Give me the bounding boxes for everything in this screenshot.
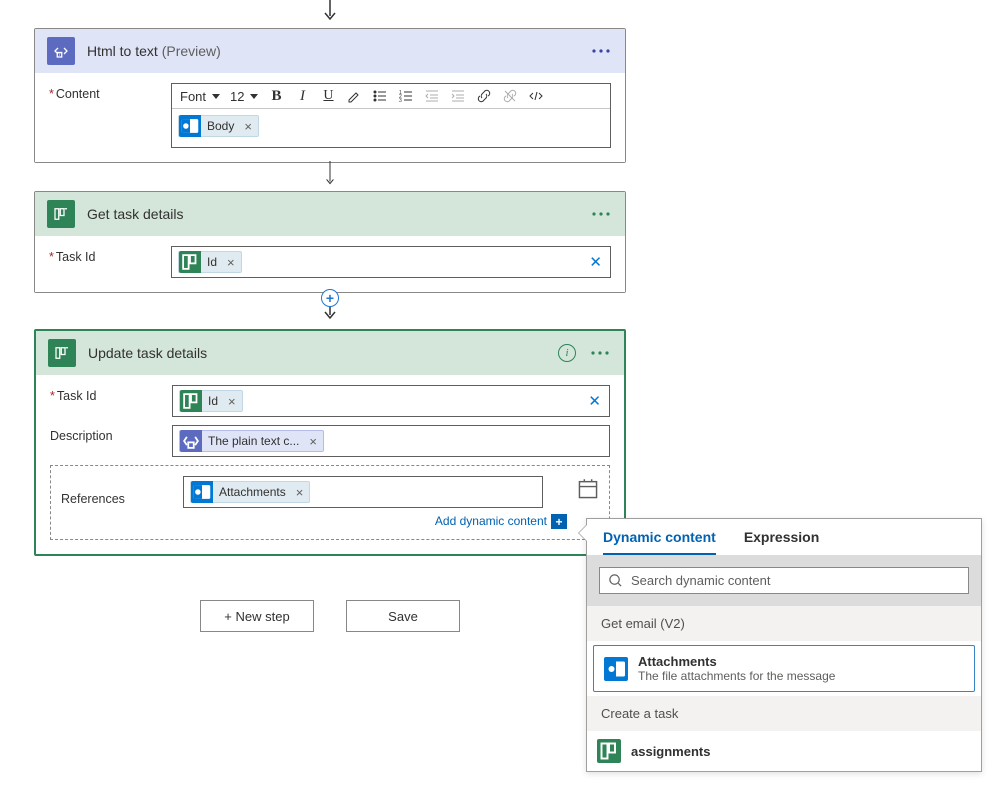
font-select[interactable]: Font — [180, 89, 220, 104]
card-get-task-details: Get task details *Task Id Id × ✕ — [34, 191, 626, 293]
card-title: Update task details — [88, 345, 546, 361]
indent-icon[interactable] — [450, 88, 466, 104]
taskid-label: *Task Id — [50, 385, 172, 403]
token-plain-text[interactable]: The plain text c... × — [179, 430, 324, 452]
svg-text:T: T — [58, 53, 61, 57]
save-button[interactable]: Save — [346, 600, 460, 632]
dynamic-item-attachments[interactable]: Attachments The file attachments for the… — [593, 645, 975, 692]
content-label: *Content — [49, 83, 171, 101]
card-update-task-details: Update task details i *Task Id Id × ✕ — [34, 329, 626, 556]
token-remove-icon[interactable]: × — [221, 255, 241, 270]
token-remove-icon[interactable]: × — [303, 434, 323, 449]
card-menu-button[interactable] — [589, 202, 613, 226]
references-input[interactable]: Attachments × — [183, 476, 543, 508]
bullets-icon[interactable] — [372, 88, 388, 104]
card-header[interactable]: T Html to text (Preview) — [35, 29, 625, 73]
description-label: Description — [50, 425, 172, 443]
html-to-text-icon: T — [47, 37, 75, 65]
token-remove-icon[interactable]: × — [238, 119, 258, 134]
font-size-select[interactable]: 12 — [230, 89, 258, 104]
tab-dynamic-content[interactable]: Dynamic content — [603, 529, 716, 555]
dynamic-content-panel: Dynamic content Expression Search dynami… — [586, 518, 982, 772]
outdent-icon[interactable] — [424, 88, 440, 104]
card-header[interactable]: Get task details — [35, 192, 625, 236]
card-html-to-text: T Html to text (Preview) *Content Font 1… — [34, 28, 626, 163]
svg-text:3: 3 — [399, 98, 402, 104]
planner-icon — [48, 339, 76, 367]
card-title: Get task details — [87, 206, 577, 222]
token-remove-icon[interactable]: × — [222, 394, 242, 409]
unlink-icon[interactable] — [502, 88, 518, 104]
group-header: Create a task — [587, 696, 981, 731]
add-step-inline-button[interactable]: + — [0, 289, 660, 307]
search-input[interactable]: Search dynamic content — [599, 567, 969, 594]
token-id[interactable]: Id × — [178, 251, 242, 273]
plus-icon: + — [551, 514, 567, 529]
flow-arrow — [0, 0, 660, 24]
highlight-icon[interactable] — [346, 88, 362, 104]
references-box: References Attachments × Add dynamic con… — [50, 465, 610, 540]
underline-icon[interactable]: U — [320, 88, 336, 104]
card-menu-button[interactable] — [589, 39, 613, 63]
link-icon[interactable] — [476, 88, 492, 104]
search-icon — [608, 573, 623, 588]
flow-arrow — [0, 161, 660, 187]
clear-input-icon[interactable]: ✕ — [589, 253, 602, 271]
switch-to-array-icon[interactable] — [577, 478, 599, 500]
token-attachments[interactable]: Attachments × — [190, 481, 310, 503]
new-step-button[interactable]: + New step — [200, 600, 314, 632]
card-menu-button[interactable] — [588, 341, 612, 365]
code-view-icon[interactable] — [528, 88, 544, 104]
clear-input-icon[interactable]: ✕ — [588, 392, 601, 410]
taskid-label: *Task Id — [49, 246, 171, 264]
taskid-input[interactable]: Id × ✕ — [171, 246, 611, 278]
taskid-input[interactable]: Id × ✕ — [172, 385, 610, 417]
add-dynamic-content-link[interactable]: Add dynamic content — [435, 514, 547, 528]
tab-expression[interactable]: Expression — [744, 529, 819, 555]
planner-icon — [47, 200, 75, 228]
numbering-icon[interactable]: 123 — [398, 88, 414, 104]
italic-icon[interactable]: I — [294, 88, 310, 104]
dynamic-item-assignments[interactable]: assignments — [587, 731, 981, 771]
token-id[interactable]: Id × — [179, 390, 243, 412]
token-body[interactable]: Body × — [178, 115, 259, 137]
bold-icon[interactable]: B — [268, 88, 284, 104]
token-remove-icon[interactable]: × — [290, 485, 310, 500]
rich-text-editor[interactable]: Font 12 B I U 123 — [171, 83, 611, 148]
group-header: Get email (V2) — [587, 606, 981, 641]
info-icon[interactable]: i — [558, 344, 576, 362]
card-header[interactable]: Update task details i — [36, 331, 624, 375]
card-title: Html to text (Preview) — [87, 43, 577, 59]
description-input[interactable]: The plain text c... × — [172, 425, 610, 457]
references-label: References — [61, 476, 173, 506]
